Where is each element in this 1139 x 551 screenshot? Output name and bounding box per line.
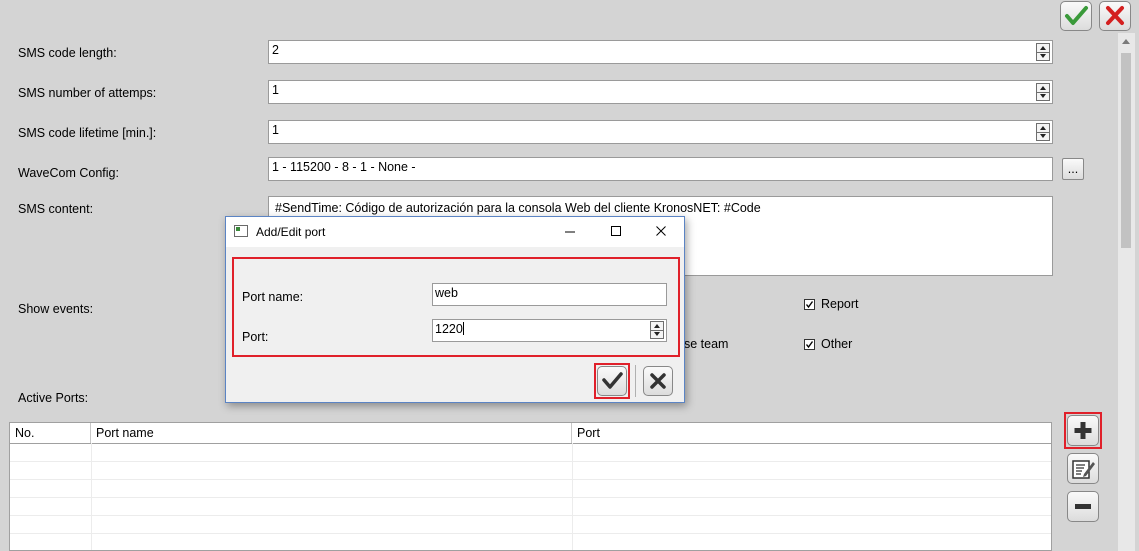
active-ports-label: Active Ports: [18,391,89,405]
ports-table[interactable]: No. Port name Port [9,422,1052,551]
add-edit-port-dialog[interactable]: Add/Edit port Port name: web Port: 1220 [225,216,685,403]
check-icon [602,372,623,389]
port-fields-highlight [232,257,680,357]
scroll-up-arrow[interactable] [1122,39,1130,44]
wavecom-value: 1 - 115200 - 8 - 1 - None - [272,160,416,174]
add-port-button[interactable] [1067,415,1099,446]
cancel-button[interactable] [1099,1,1131,31]
checkmark-icon [805,341,814,349]
close-icon [1106,6,1124,25]
sms-lifetime-input[interactable]: 1 [268,120,1053,144]
row-divider [10,497,1051,498]
close-icon [650,373,666,389]
sms-lifetime-label: SMS code lifetime [min.]: [18,126,157,140]
confirm-button[interactable] [1060,1,1092,31]
port-name-label: Port name: [242,290,304,304]
wavecom-browse-label: ... [1067,162,1079,176]
column-header-port[interactable]: Port [572,423,1051,443]
port-name-input[interactable]: web [432,283,667,306]
port-input[interactable]: 1220 [432,319,667,342]
dialog-title-bar[interactable]: Add/Edit port [226,217,684,247]
other-checkbox[interactable] [804,339,815,350]
port-name-value: web [435,286,458,300]
sms-code-length-spinner[interactable] [1036,43,1050,61]
sms-attempts-value: 1 [272,83,279,97]
show-events-label: Show events: [18,302,94,316]
text-cursor [462,322,464,335]
sms-attempts-spinner[interactable] [1036,83,1050,101]
sms-code-length-label: SMS code length: [18,46,117,60]
window-app-icon [234,225,248,237]
maximize-icon[interactable] [610,225,622,237]
column-header-no[interactable]: No. [10,423,91,443]
other-checkbox-label: Other [821,337,853,351]
dialog-ok-button[interactable] [597,366,627,396]
row-divider [10,479,1051,480]
report-checkbox[interactable] [804,299,815,310]
port-value: 1220 [435,322,463,336]
ports-table-header: No. Port name Port [10,423,1051,444]
dialog-title: Add/Edit port [256,225,326,239]
sms-attempts-input[interactable]: 1 [268,80,1053,104]
check-icon [1065,6,1088,25]
wavecom-input[interactable]: 1 - 115200 - 8 - 1 - None - [268,157,1053,181]
row-divider [10,461,1051,462]
plus-icon [1074,422,1092,439]
button-separator [635,365,636,397]
report-checkbox-label: Report [821,297,859,311]
partial-event-label: se team [684,337,729,351]
row-divider [10,533,1051,534]
port-label: Port: [242,330,269,344]
port-spinner[interactable] [650,321,664,339]
remove-port-button[interactable] [1067,491,1099,522]
scrollbar-thumb[interactable] [1121,53,1131,248]
sms-content-label: SMS content: [18,202,94,216]
dialog-cancel-button[interactable] [643,366,673,396]
sms-attempts-label: SMS number of attemps: [18,86,157,100]
row-divider [10,515,1051,516]
close-window-icon[interactable] [655,225,667,237]
sms-lifetime-spinner[interactable] [1036,123,1050,141]
edit-port-button[interactable] [1067,453,1099,484]
minus-icon [1075,504,1091,509]
wavecom-label: WaveCom Config: [18,166,119,180]
checkmark-icon [805,301,814,309]
vertical-scrollbar[interactable] [1118,33,1135,551]
sms-content-value: #SendTime: Código de autorización para l… [275,201,761,215]
wavecom-browse-button[interactable]: ... [1062,158,1084,180]
column-header-port-name[interactable]: Port name [91,423,572,443]
sms-code-length-input[interactable]: 2 [268,40,1053,64]
edit-icon [1072,460,1095,479]
sms-code-length-value: 2 [272,43,279,57]
minimize-icon[interactable] [564,226,576,238]
sms-lifetime-value: 1 [272,123,279,137]
